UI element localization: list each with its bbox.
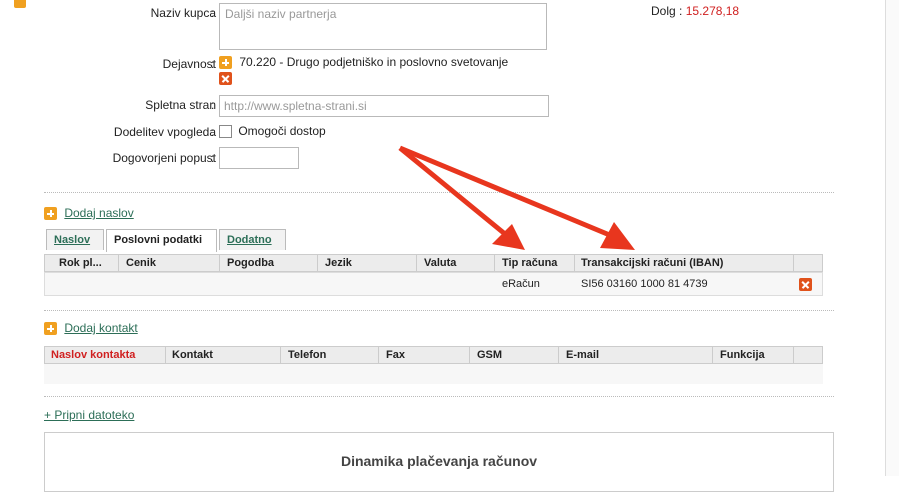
arrow-to-tip-racuna: [398, 146, 507, 236]
arrow-to-iban: [399, 145, 613, 239]
annotation-arrows: [398, 145, 635, 250]
arrowhead-iban: [600, 222, 635, 250]
